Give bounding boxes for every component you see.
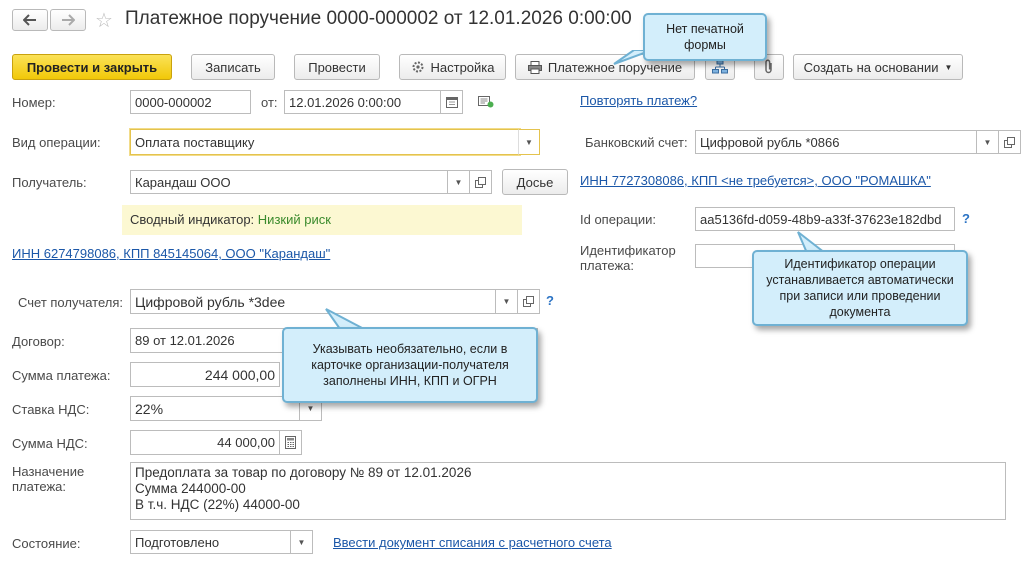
state-label: Состояние: xyxy=(12,536,81,551)
hierarchy-icon xyxy=(712,60,728,74)
arrow-right-icon xyxy=(62,14,75,26)
state-select[interactable]: Подготовлено xyxy=(130,530,291,554)
operation-id-help-icon[interactable]: ? xyxy=(962,211,970,226)
operation-id-field[interactable]: aa5136fd-d059-48b9-a33f-37623e182dbd xyxy=(695,207,955,231)
bank-account-dropdown[interactable]: ▼ xyxy=(977,130,999,154)
organization-inn-link[interactable]: ИНН 7727308086, КПП <не требуется>, ООО … xyxy=(580,173,931,188)
vat-amount-label: Сумма НДС: xyxy=(12,436,88,451)
post-and-close-button[interactable]: Провести и закрыть xyxy=(12,54,172,80)
operation-type-label: Вид операции: xyxy=(12,135,101,150)
recipient-dropdown[interactable]: ▼ xyxy=(448,170,470,194)
open-form-icon xyxy=(1004,136,1015,148)
operation-id-label: Id операции: xyxy=(580,212,656,227)
dossier-button[interactable]: Досье xyxy=(502,169,568,195)
gear-icon xyxy=(412,61,423,73)
bank-account-open-button[interactable] xyxy=(999,130,1021,154)
bank-account-label: Банковский счет: xyxy=(585,135,688,150)
number-label: Номер: xyxy=(12,95,56,110)
recipient-account-open-button[interactable] xyxy=(518,289,540,314)
recipient-account-select[interactable]: Цифровой рубль *3dee xyxy=(130,289,496,314)
state-dropdown[interactable]: ▼ xyxy=(291,530,313,554)
vat-amount-calculator-button[interactable] xyxy=(280,430,302,455)
repeat-payment-link[interactable]: Повторять платеж? xyxy=(580,93,697,108)
arrow-left-icon xyxy=(23,14,36,26)
recipient-open-button[interactable] xyxy=(470,170,492,194)
operation-type-dropdown[interactable]: ▼ xyxy=(518,129,540,155)
operation-type-select[interactable]: Оплата поставщику xyxy=(130,129,520,155)
settings-button[interactable]: Настройка xyxy=(399,54,506,80)
vat-rate-label: Ставка НДС: xyxy=(12,402,90,417)
recipient-account-label: Счет получателя: xyxy=(18,295,124,310)
document-history-icon[interactable] xyxy=(478,96,494,111)
vat-rate-select[interactable]: 22% xyxy=(130,396,300,421)
create-based-on-button[interactable]: Создать на основании ▼ xyxy=(793,54,963,80)
vat-amount-field[interactable]: 44 000,00 xyxy=(130,430,280,455)
payment-purpose-line: Предоплата за товар по договору № 89 от … xyxy=(135,465,472,480)
enter-writeoff-document-link[interactable]: Ввести документ списания с расчетного сч… xyxy=(333,535,612,550)
payment-purpose-line: Сумма 244000-00 xyxy=(135,481,246,496)
recipient-account-help-icon[interactable]: ? xyxy=(546,293,554,308)
recipient-select[interactable]: Карандаш ООО xyxy=(130,170,448,194)
recipient-inn-link[interactable]: ИНН 6274798086, КПП 845145064, ООО "Кара… xyxy=(12,246,330,261)
recipient-label: Получатель: xyxy=(12,175,87,190)
payment-purpose-line: В т.ч. НДС (22%) 44000-00 xyxy=(135,497,300,512)
paperclip-icon xyxy=(765,59,772,74)
post-button[interactable]: Провести xyxy=(294,54,380,80)
recipient-account-dropdown[interactable]: ▼ xyxy=(496,289,518,314)
forward-button[interactable] xyxy=(50,9,86,31)
bank-account-select[interactable]: Цифровой рубль *0866 xyxy=(695,130,977,154)
risk-indicator-value: Низкий риск xyxy=(257,212,331,227)
risk-indicator-caption: Сводный индикатор: xyxy=(130,212,255,227)
risk-indicator-label: Сводный индикатор: Низкий риск xyxy=(130,212,331,227)
open-form-icon xyxy=(475,176,486,188)
callout-optional-account: Указывать необязательно, если в карточке… xyxy=(282,327,538,403)
open-form-icon xyxy=(523,296,534,307)
amount-label: Сумма платежа: xyxy=(12,368,111,383)
back-button[interactable] xyxy=(12,9,48,31)
date-field[interactable]: 12.01.2026 0:00:00 xyxy=(284,90,441,114)
settings-label: Настройка xyxy=(430,59,495,75)
callout-operation-id-auto: Идентификатор операции устанавливается а… xyxy=(752,250,968,326)
printer-icon xyxy=(527,60,542,74)
payment-id-label: Идентификатор платежа: xyxy=(580,243,676,273)
payment-purpose-textarea[interactable]: Предоплата за товар по договору № 89 от … xyxy=(130,462,1006,520)
page-title: Платежное поручение 0000-000002 от 12.01… xyxy=(125,8,632,29)
date-label: от: xyxy=(261,95,278,110)
callout-no-print-form: Нет печатной формы xyxy=(643,13,767,61)
payment-purpose-label: Назначение платежа: xyxy=(12,464,85,494)
chevron-down-icon: ▼ xyxy=(944,62,953,72)
number-field[interactable]: 0000-000002 xyxy=(130,90,251,114)
contract-label: Договор: xyxy=(12,334,65,349)
save-button[interactable]: Записать xyxy=(191,54,275,80)
calculator-icon xyxy=(285,436,296,449)
create-based-label: Создать на основании xyxy=(803,59,939,75)
date-calendar-button[interactable] xyxy=(441,90,463,114)
star-icon[interactable]: ☆ xyxy=(95,8,113,33)
amount-field[interactable]: 244 000,00 xyxy=(130,362,280,387)
calendar-icon xyxy=(445,97,458,108)
